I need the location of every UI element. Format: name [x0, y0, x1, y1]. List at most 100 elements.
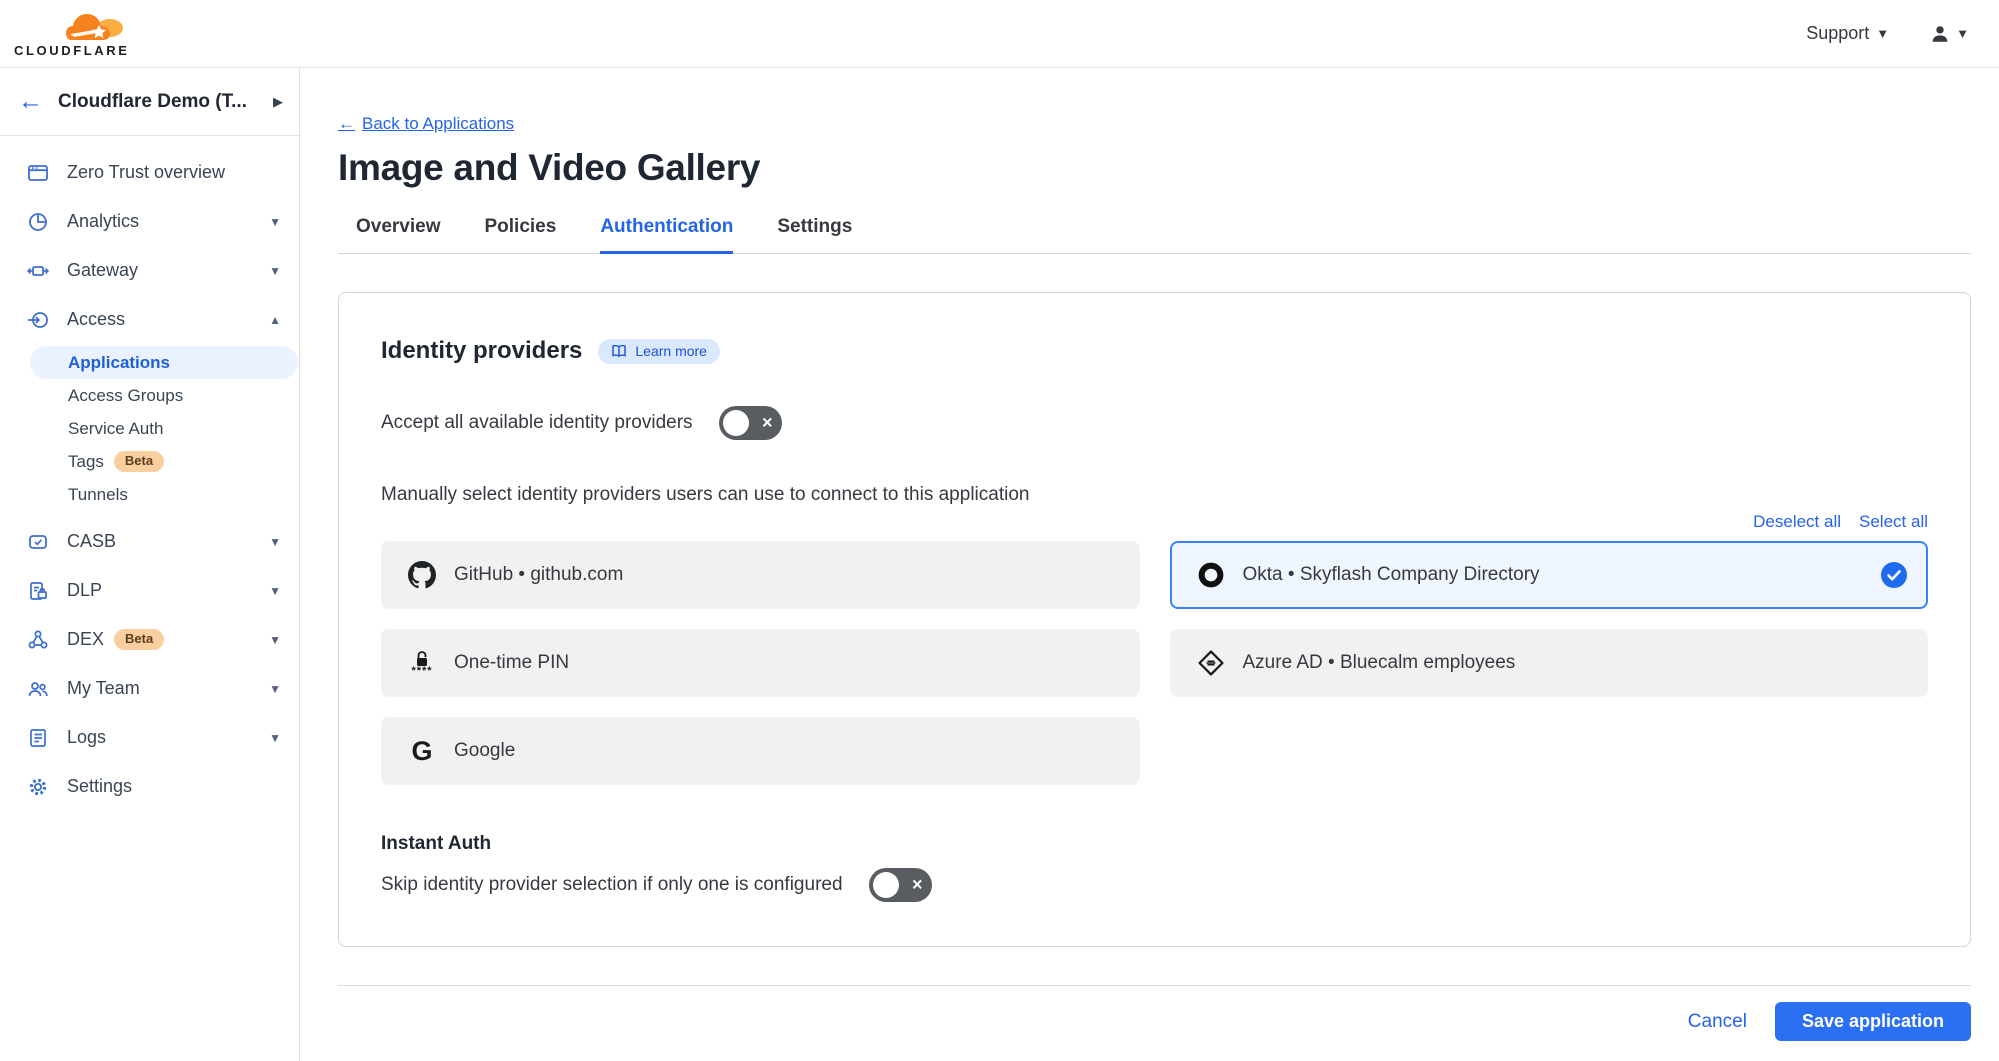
chevron-down-icon[interactable]: ▼	[269, 584, 281, 598]
support-menu[interactable]: Support ▼	[1806, 23, 1889, 44]
dex-icon	[26, 628, 50, 652]
provider-label: GitHub • github.com	[454, 564, 623, 586]
chevron-down-icon[interactable]: ▼	[269, 633, 281, 647]
card-heading: Identity providers	[381, 337, 582, 365]
sidebar-item-label: My Team	[67, 678, 140, 699]
back-to-applications-link[interactable]: ← Back to Applications	[338, 114, 514, 134]
toggle-knob	[723, 410, 749, 436]
logs-icon	[26, 726, 50, 750]
select-all-link[interactable]: Select all	[1859, 512, 1928, 532]
google-g-glyph: G	[411, 738, 432, 765]
sidebar-item-label: DLP	[67, 580, 102, 601]
provider-label: Okta • Skyflash Company Directory	[1243, 564, 1540, 586]
sidebar-item-label: CASB	[67, 531, 116, 552]
back-arrow-icon: ←	[338, 114, 355, 134]
accept-all-toggle[interactable]: ×	[719, 406, 782, 440]
tab-settings[interactable]: Settings	[777, 216, 852, 254]
chevron-down-icon[interactable]: ▼	[269, 215, 281, 229]
sidebar-item-label: Analytics	[67, 211, 139, 232]
sidebar-item-dex[interactable]: DEX Beta ▼	[0, 615, 299, 664]
sidebar-item-label: Gateway	[67, 260, 138, 281]
sidebar-item-logs[interactable]: Logs ▼	[0, 713, 299, 762]
provider-label: Azure AD • Bluecalm employees	[1243, 652, 1516, 674]
beta-badge: Beta	[114, 451, 164, 471]
beta-badge: Beta	[114, 629, 164, 649]
instant-auth-heading: Instant Auth	[381, 833, 1928, 855]
sidebar-item-access-groups[interactable]: Access Groups	[0, 379, 299, 412]
access-icon	[26, 308, 50, 332]
learn-more-label: Learn more	[635, 343, 707, 359]
instant-auth-toggle[interactable]: ×	[869, 868, 932, 902]
chevron-down-icon: ▼	[1956, 26, 1969, 41]
sidebar-item-label: Service Auth	[68, 419, 163, 439]
provider-github[interactable]: GitHub • github.com	[381, 541, 1140, 609]
sidebar-item-label: Access	[67, 309, 125, 330]
cancel-button[interactable]: Cancel	[1688, 1011, 1747, 1033]
sidebar-item-zero-trust-overview[interactable]: Zero Trust overview	[0, 148, 299, 197]
provider-google[interactable]: G Google	[381, 717, 1140, 785]
provider-okta[interactable]: Okta • Skyflash Company Directory	[1170, 541, 1929, 609]
chevron-right-icon[interactable]: ▶	[273, 94, 283, 110]
chevron-up-icon[interactable]: ▲	[269, 313, 281, 327]
tab-policies[interactable]: Policies	[485, 216, 557, 254]
user-menu[interactable]: ▼	[1929, 23, 1969, 45]
casb-icon	[26, 530, 50, 554]
identity-providers-card: Identity providers Learn more Accept all…	[338, 292, 1971, 947]
azure-ad-icon	[1196, 649, 1226, 677]
toggle-knob	[873, 872, 899, 898]
my-team-icon	[26, 677, 50, 701]
toggle-off-icon: ×	[912, 875, 923, 893]
instant-auth-label: Skip identity provider selection if only…	[381, 874, 843, 896]
chevron-down-icon[interactable]: ▼	[269, 535, 281, 549]
chevron-down-icon: ▼	[1876, 26, 1889, 41]
sidebar-item-label: Zero Trust overview	[67, 162, 225, 183]
chevron-down-icon[interactable]: ▼	[269, 731, 281, 745]
main-content: ← Back to Applications Image and Video G…	[300, 68, 1999, 1061]
tab-authentication[interactable]: Authentication	[600, 216, 733, 254]
account-name[interactable]: Cloudflare Demo (T...	[58, 91, 258, 113]
sidebar: ← Cloudflare Demo (T... ▶ Zero Trust ove…	[0, 68, 300, 1061]
okta-icon	[1196, 561, 1226, 589]
pin-stars: ****	[411, 669, 432, 675]
sidebar-item-gateway[interactable]: Gateway ▼	[0, 246, 299, 295]
provider-label: One-time PIN	[454, 652, 569, 674]
one-time-pin-icon: ****	[407, 651, 437, 675]
back-arrow-icon[interactable]: ←	[18, 89, 43, 114]
tab-overview[interactable]: Overview	[356, 216, 441, 254]
sidebar-item-tags[interactable]: Tags Beta	[0, 445, 299, 478]
sidebar-item-settings[interactable]: Settings	[0, 762, 299, 811]
cloudflare-logo: CLOUDFLARE	[14, 11, 130, 57]
top-bar: CLOUDFLARE Support ▼ ▼	[0, 0, 1999, 68]
selected-check-icon	[1881, 562, 1907, 588]
provider-azure-ad[interactable]: Azure AD • Bluecalm employees	[1170, 629, 1929, 697]
providers-grid: GitHub • github.com Okta • Skyflash Comp…	[381, 541, 1928, 785]
provider-one-time-pin[interactable]: **** One-time PIN	[381, 629, 1140, 697]
learn-more-link[interactable]: Learn more	[598, 339, 720, 364]
sidebar-item-label: Logs	[67, 727, 106, 748]
sidebar-item-analytics[interactable]: Analytics ▼	[0, 197, 299, 246]
sidebar-item-service-auth[interactable]: Service Auth	[0, 412, 299, 445]
google-icon: G	[407, 738, 437, 765]
sidebar-item-dlp[interactable]: DLP ▼	[0, 566, 299, 615]
sidebar-item-label: Tunnels	[68, 485, 128, 505]
provider-label: Google	[454, 740, 515, 762]
tab-bar: Overview Policies Authentication Setting…	[338, 216, 1971, 254]
cloudflare-cloud-icon	[66, 11, 128, 43]
sidebar-item-tunnels[interactable]: Tunnels	[0, 478, 299, 511]
sidebar-item-access[interactable]: Access ▲	[0, 295, 299, 344]
sidebar-item-applications[interactable]: Applications	[30, 346, 298, 379]
toggle-off-icon: ×	[762, 413, 773, 431]
sidebar-item-my-team[interactable]: My Team ▼	[0, 664, 299, 713]
chevron-down-icon[interactable]: ▼	[269, 682, 281, 696]
book-icon	[611, 343, 627, 359]
sidebar-nav: Zero Trust overview Analytics ▼ Gateway …	[0, 136, 299, 811]
page-title: Image and Video Gallery	[338, 147, 1971, 189]
save-application-button[interactable]: Save application	[1775, 1002, 1971, 1041]
support-label: Support	[1806, 23, 1869, 44]
deselect-all-link[interactable]: Deselect all	[1753, 512, 1841, 532]
sidebar-item-label: DEX	[67, 629, 104, 650]
manual-select-label: Manually select identity providers users…	[381, 484, 1928, 506]
sidebar-item-casb[interactable]: CASB ▼	[0, 517, 299, 566]
accept-all-label: Accept all available identity providers	[381, 412, 693, 434]
chevron-down-icon[interactable]: ▼	[269, 264, 281, 278]
